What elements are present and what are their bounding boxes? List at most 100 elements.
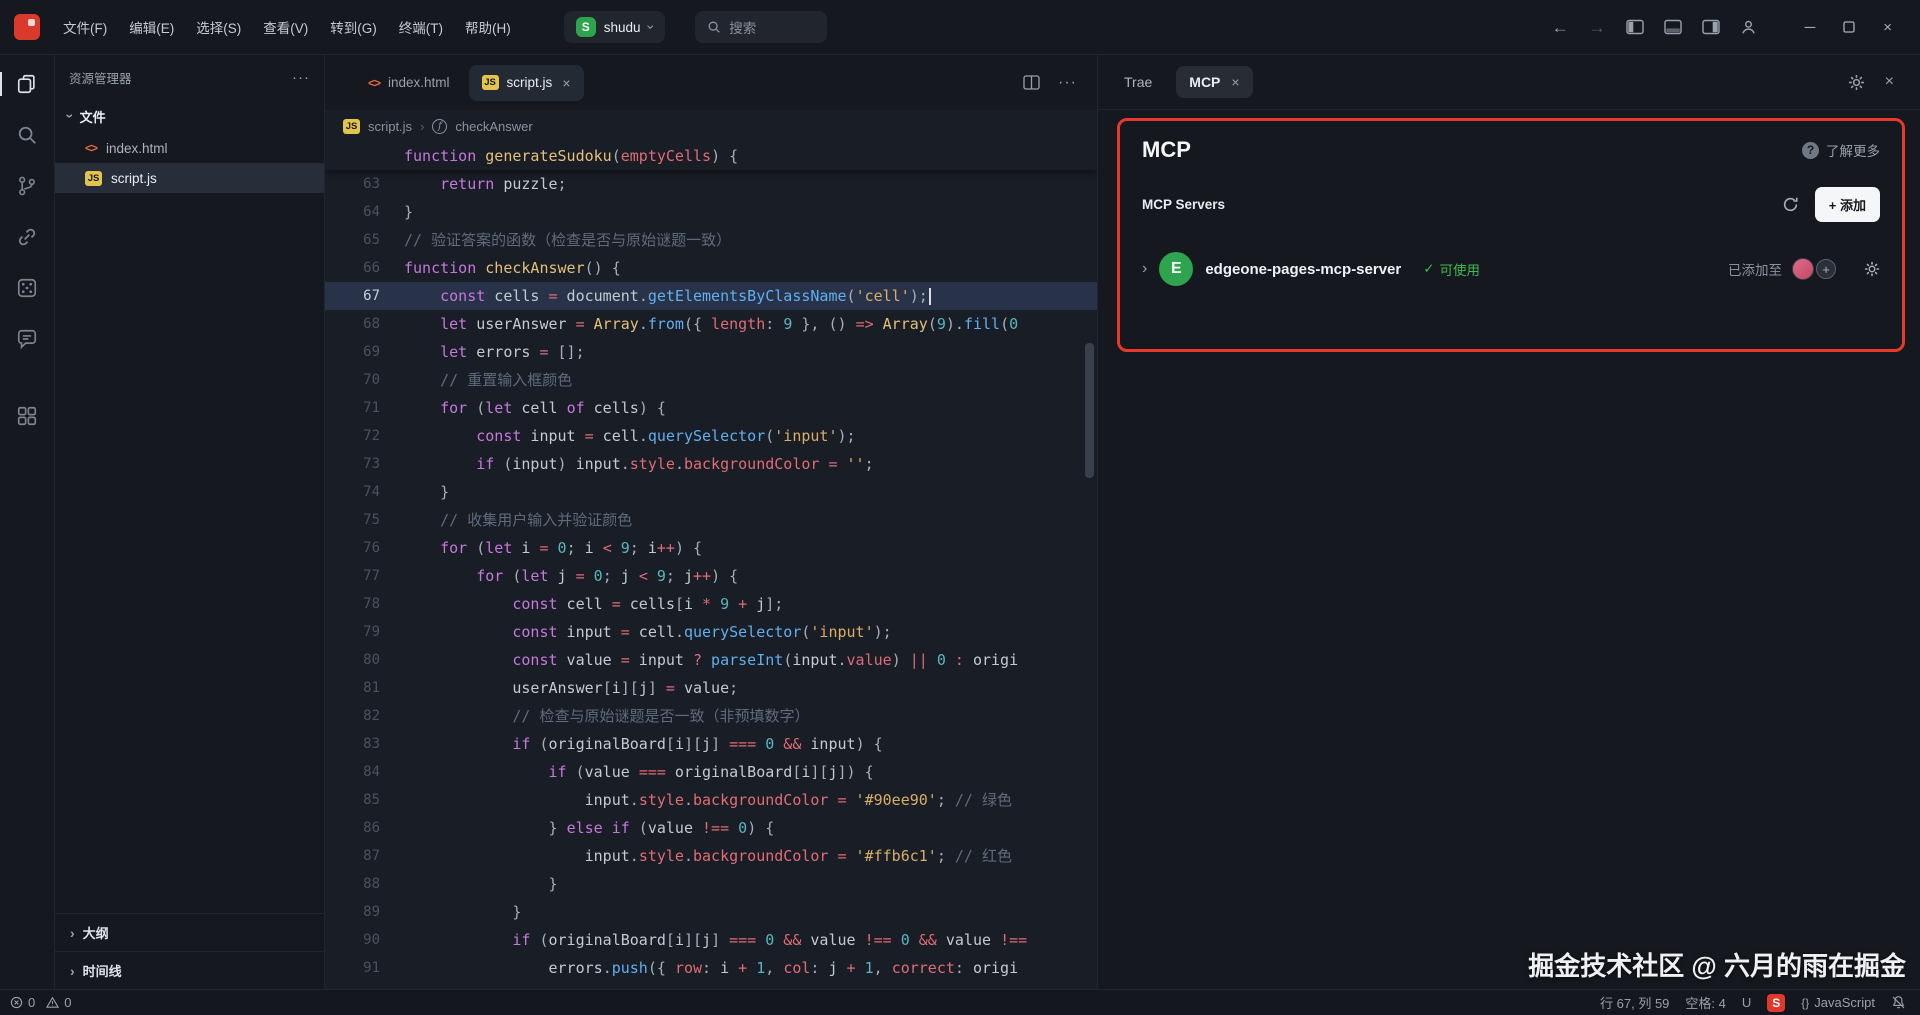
code-line[interactable]: 64} [325,198,1097,226]
code-text: let errors = []; [380,338,585,366]
more-actions-icon[interactable]: ··· [1058,74,1077,92]
problems-indicator[interactable]: 0 0 [10,995,71,1010]
add-server-button[interactable]: + 添加 [1815,187,1880,222]
encoding[interactable]: U [1742,995,1751,1010]
server-gear-icon[interactable] [1864,261,1880,277]
tab-script.js[interactable]: JSscript.js× [469,65,584,101]
code-line[interactable]: 82 // 检查与原始谜题是否一致（非预填数字） [325,702,1097,730]
line-number: 75 [325,506,380,534]
menu-item[interactable]: 帮助(H) [454,11,522,43]
code-line[interactable]: 83 if (originalBoard[i][j] === 0 && inpu… [325,730,1097,758]
code-line[interactable]: 89 } [325,898,1097,926]
code-line[interactable]: 77 for (let j = 0; j < 9; j++) { [325,562,1097,590]
section-时间线[interactable]: ›时间线 [55,951,324,989]
code-line[interactable]: 86 } else if (value !== 0) { [325,814,1097,842]
menu-item[interactable]: 选择(S) [185,11,252,43]
code-line[interactable]: 67 const cells = document.getElementsByC… [325,282,1097,310]
toggle-right-panel-icon[interactable] [1702,19,1720,35]
code-line[interactable]: 66function checkAnswer() { [325,254,1097,282]
project-name: shudu [604,20,641,35]
code-line[interactable]: 70 // 重置输入框颜色 [325,366,1097,394]
expand-chevron-icon[interactable]: › [1142,260,1147,278]
toggle-left-panel-icon[interactable] [1626,19,1644,35]
file-item-index.html[interactable]: <>index.html [55,133,324,163]
minimize-button[interactable]: ─ [1805,20,1816,35]
code-text: for (let j = 0; j < 9; j++) { [380,562,738,590]
menu-item[interactable]: 文件(F) [52,11,118,43]
code-line[interactable]: 87 input.style.backgroundColor = '#ffb6c… [325,842,1097,870]
panel-tab-MCP[interactable]: MCP× [1176,66,1252,98]
activity-remote[interactable] [7,218,47,256]
breadcrumb-symbol[interactable]: checkAnswer [455,119,532,134]
add-agent-button[interactable]: + [1816,259,1836,279]
files-section-header[interactable]: › 文件 [55,99,324,133]
activity-apps[interactable] [7,397,47,435]
line-number: 66 [325,254,380,282]
code-line[interactable]: 79 const input = cell.querySelector('inp… [325,618,1097,646]
code-line[interactable]: 80 const value = input ? parseInt(input.… [325,646,1097,674]
code-line[interactable]: 78 const cell = cells[i * 9 + j]; [325,590,1097,618]
code-line[interactable]: 92 } [325,982,1097,989]
notifications-muted-icon[interactable] [1891,995,1906,1010]
code-line[interactable]: 76 for (let i = 0; i < 9; i++) { [325,534,1097,562]
sticky-scroll-line[interactable]: function generateSudoku(emptyCells) { [325,142,1097,170]
code-line[interactable]: 65// 验证答案的函数（检查是否与原始谜题一致） [325,226,1097,254]
code-line[interactable]: 84 if (value === originalBoard[i][j]) { [325,758,1097,786]
gear-icon[interactable] [1848,74,1865,91]
panel-tab-Trae[interactable]: Trae [1120,66,1156,98]
code-line[interactable]: 85 input.style.backgroundColor = '#90ee9… [325,786,1097,814]
back-arrow-icon[interactable]: ← [1552,19,1569,36]
indentation[interactable]: 空格: 4 [1685,993,1725,1012]
line-number: 71 [325,394,380,422]
code-line[interactable]: 71 for (let cell of cells) { [325,394,1097,422]
menu-item[interactable]: 终端(T) [388,11,454,43]
activity-benchmark[interactable] [7,269,47,307]
line-number: 85 [325,786,380,814]
activity-source-control[interactable] [7,167,47,205]
mcp-title: MCP [1142,137,1191,163]
more-actions-icon[interactable]: ··· [292,69,310,86]
code-text: if (originalBoard[i][j] === 0 && value !… [380,926,1027,954]
code-line[interactable]: 73 if (input) input.style.backgroundColo… [325,450,1097,478]
activity-search[interactable] [7,116,47,154]
account-icon[interactable] [1740,19,1757,36]
editor-scrollbar[interactable] [1085,343,1094,478]
code-line[interactable]: 88 } [325,870,1097,898]
code-line[interactable]: 91 errors.push({ row: i + 1, col: j + 1,… [325,954,1097,982]
tab-index.html[interactable]: <>index.html [355,65,463,101]
mcp-server-row[interactable]: › E edgeone-pages-mcp-server ✓ 可使用 已添加至 … [1142,242,1880,296]
close-panel-icon[interactable]: × [1885,73,1894,91]
code-line[interactable]: 90 if (originalBoard[i][j] === 0 && valu… [325,926,1097,954]
html-file-icon: <> [85,141,97,155]
cursor-position[interactable]: 行 67, 列 59 [1600,993,1669,1012]
code-line[interactable]: 72 const input = cell.querySelector('inp… [325,422,1097,450]
menu-item[interactable]: 查看(V) [252,11,319,43]
line-number: 72 [325,422,380,450]
split-editor-icon[interactable] [1023,75,1040,90]
code-line[interactable]: 81 userAnswer[i][j] = value; [325,674,1097,702]
maximize-button[interactable] [1843,21,1855,33]
close-tab-icon[interactable]: × [562,75,570,91]
code-line[interactable]: 69 let errors = []; [325,338,1097,366]
language-mode[interactable]: {} JavaScript [1801,995,1875,1010]
file-item-script.js[interactable]: JSscript.js [55,163,324,193]
section-大纲[interactable]: ›大纲 [55,913,324,951]
activity-explorer[interactable] [7,65,47,103]
search-box[interactable]: 搜索 [695,11,827,43]
breadcrumb-file[interactable]: script.js [368,119,412,134]
refresh-icon[interactable] [1782,196,1799,213]
menu-item[interactable]: 编辑(E) [118,11,185,43]
code-area[interactable]: function generateSudoku(emptyCells) {63 … [325,142,1097,989]
forward-arrow-icon[interactable]: → [1589,19,1606,36]
menu-item[interactable]: 转到(G) [319,11,388,43]
project-selector[interactable]: S shudu › [564,11,665,43]
code-line[interactable]: 74 } [325,478,1097,506]
toggle-bottom-panel-icon[interactable] [1664,19,1682,35]
close-button[interactable]: × [1883,20,1892,35]
code-line[interactable]: 68 let userAnswer = Array.from({ length:… [325,310,1097,338]
close-tab-icon[interactable]: × [1231,74,1239,90]
learn-more-link[interactable]: ? 了解更多 [1802,140,1880,160]
activity-chat[interactable] [7,320,47,358]
code-line[interactable]: 63 return puzzle; [325,170,1097,198]
code-line[interactable]: 75 // 收集用户输入并验证颜色 [325,506,1097,534]
